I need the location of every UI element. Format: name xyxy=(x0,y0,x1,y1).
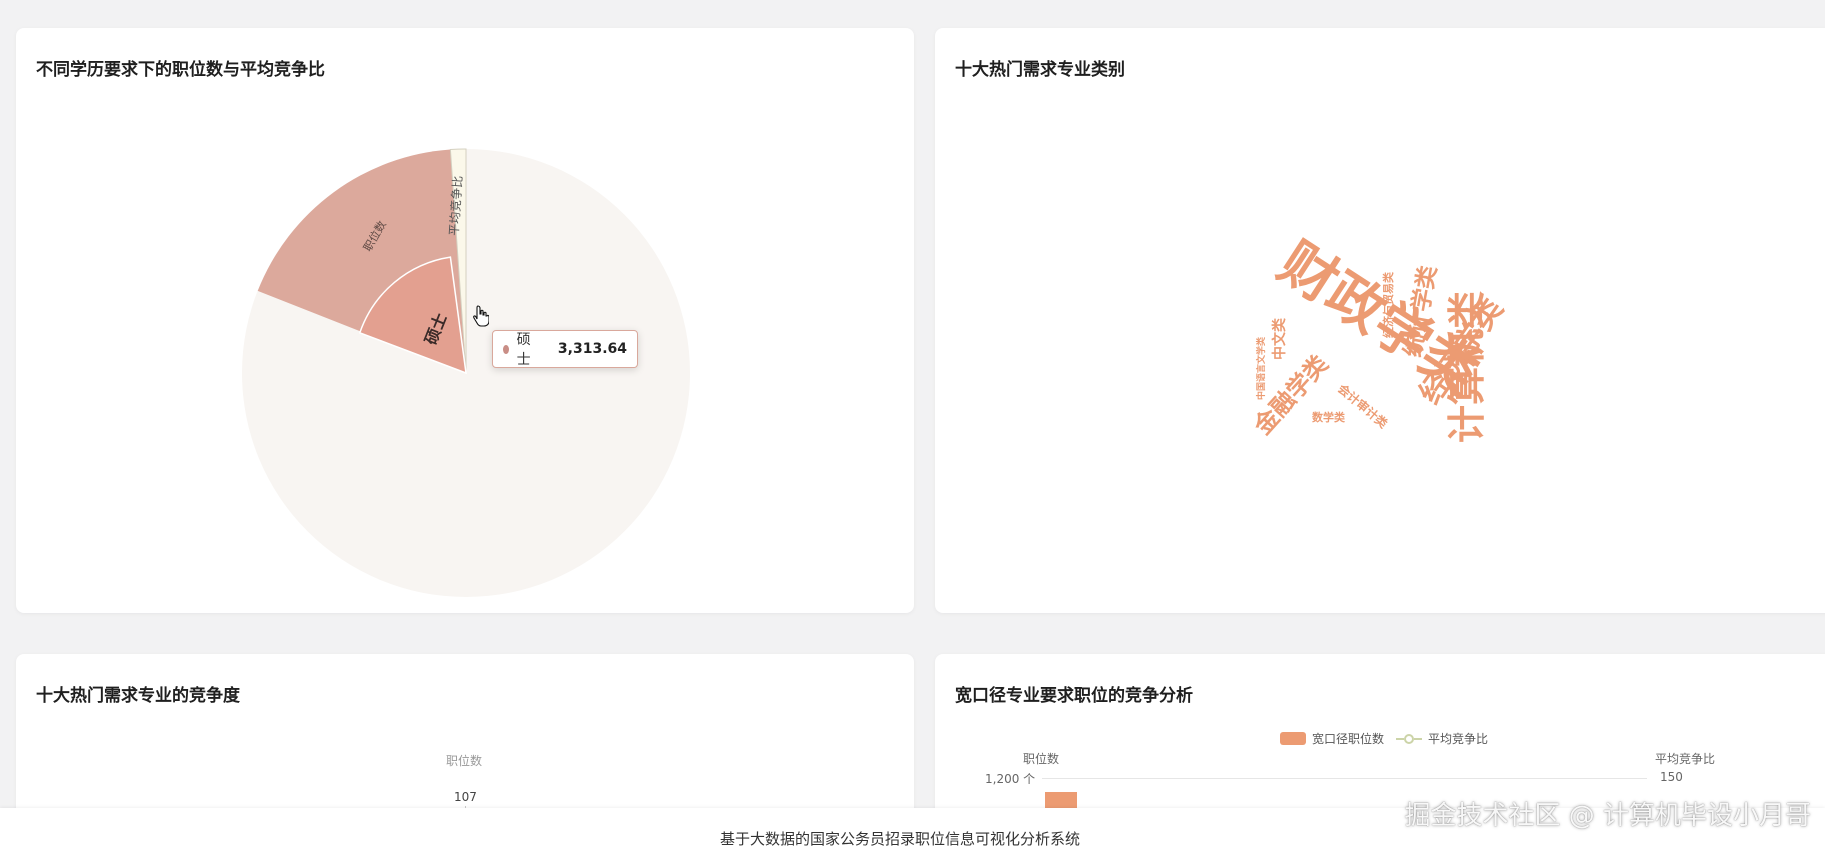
wide-ylabel-right: 平均竞争比 xyxy=(1655,752,1716,766)
cloud-word[interactable]: 数学类 xyxy=(1312,410,1346,424)
legend-line-swatch[interactable] xyxy=(1396,733,1423,744)
tooltip-value: 3,313.64 xyxy=(557,341,627,357)
wide-left-tick: 1,200 个 xyxy=(985,772,1036,786)
wordcloud: 财政学类 计算机类 经济学类 统计学类 金融学类 经济与贸易类 会计审计类 中文… xyxy=(1248,230,1510,443)
legend-bar-swatch[interactable] xyxy=(1280,732,1306,745)
wordcloud-card: 十大热门需求专业类别 财政学类 计算机类 经济学类 统计学类 金融学类 经济与贸… xyxy=(935,28,1825,613)
competition-value-label: 107 xyxy=(454,790,477,804)
tooltip-label: 硕士 xyxy=(516,332,531,368)
legend-line-label[interactable]: 平均竞争比 xyxy=(1428,730,1488,747)
pie-chart-card: 不同学历要求下的职位数与平均竞争比 硕士 职位数 平均竞争比 硕士 3,313.… xyxy=(16,28,914,613)
competition-ylabel: 职位数 xyxy=(446,754,483,768)
tooltip-color-dot xyxy=(503,344,509,354)
wide-gridline xyxy=(1042,778,1647,779)
cloud-word[interactable]: 中文类 xyxy=(1271,317,1288,360)
wide-major-legend: 宽口径职位数 平均竞争比 xyxy=(1280,730,1488,747)
cloud-word[interactable]: 中国语言文学类 xyxy=(1255,336,1267,400)
wide-right-tick: 150 xyxy=(1660,770,1683,784)
watermark: 掘金技术社区 @ 计算机毕设小月哥 xyxy=(1404,801,1811,831)
hand-cursor-icon xyxy=(473,305,489,327)
cloud-word[interactable]: 经济与贸易类 xyxy=(1381,271,1395,338)
legend-bar-label[interactable]: 宽口径职位数 xyxy=(1312,730,1384,747)
competition-title: 十大热门需求专业的竞争度 xyxy=(36,686,240,706)
footer-title: 基于大数据的国家公务员招录职位信息可视化分析系统 xyxy=(720,830,1081,848)
wide-major-title: 宽口径专业要求职位的竞争分析 xyxy=(955,686,1193,706)
pie-chart: 硕士 职位数 平均竞争比 xyxy=(242,148,690,597)
pie-tooltip: 硕士 3,313.64 xyxy=(492,330,638,368)
wide-ylabel-left: 职位数 xyxy=(1023,752,1060,766)
